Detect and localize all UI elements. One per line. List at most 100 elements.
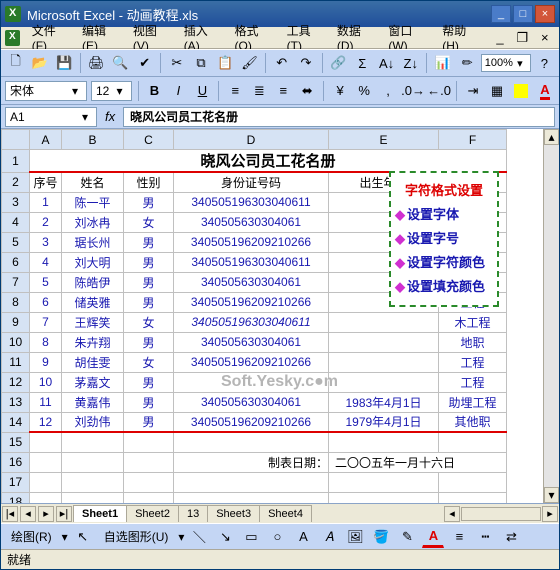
cell[interactable]: 刘冰冉 bbox=[62, 212, 124, 232]
cell[interactable] bbox=[439, 432, 507, 452]
cell[interactable] bbox=[329, 312, 439, 332]
open-icon[interactable]: 📂 bbox=[29, 52, 50, 74]
cell[interactable] bbox=[124, 472, 174, 492]
cell[interactable]: 女 bbox=[124, 312, 174, 332]
borders-icon[interactable]: ▦ bbox=[487, 80, 507, 102]
select-objects-icon[interactable]: ↖ bbox=[72, 526, 94, 548]
header-cell[interactable]: 身份证号码 bbox=[174, 172, 329, 192]
arrow-icon[interactable]: ↘ bbox=[214, 526, 236, 548]
cell[interactable]: 木工程 bbox=[439, 312, 507, 332]
new-icon[interactable]: 🗋 bbox=[5, 52, 26, 74]
minimize-button[interactable]: _ bbox=[491, 5, 511, 23]
percent-icon[interactable]: % bbox=[354, 80, 374, 102]
name-box[interactable]: A1▾ bbox=[5, 107, 97, 127]
col-header[interactable]: D bbox=[174, 130, 329, 150]
col-header[interactable]: A bbox=[30, 130, 62, 150]
font-combo[interactable]: 宋体▾ bbox=[5, 81, 87, 101]
sheet-tab[interactable]: Sheet3 bbox=[207, 505, 260, 522]
row-header[interactable]: 17 bbox=[2, 472, 30, 492]
undo-icon[interactable]: ↶ bbox=[271, 52, 292, 74]
spellcheck-icon[interactable]: ✔ bbox=[134, 52, 155, 74]
grid[interactable]: A B C D E F 1晓风公司员工花名册 2 序号 姓名 性别 身份证号码 … bbox=[1, 129, 543, 503]
cell[interactable]: 其他职 bbox=[439, 412, 507, 432]
col-header[interactable]: C bbox=[124, 130, 174, 150]
cell[interactable] bbox=[30, 452, 62, 472]
row-header[interactable]: 18 bbox=[2, 492, 30, 503]
fx-icon[interactable]: fx bbox=[97, 109, 123, 124]
cell[interactable]: 9 bbox=[30, 352, 62, 372]
comma-icon[interactable]: , bbox=[378, 80, 398, 102]
cell[interactable]: 琚长州 bbox=[62, 232, 124, 252]
cell[interactable]: 1979年4月1日 bbox=[329, 412, 439, 432]
row-header[interactable]: 8 bbox=[2, 292, 30, 312]
cell[interactable] bbox=[124, 492, 174, 503]
fill-icon[interactable]: 🪣 bbox=[370, 526, 392, 548]
autoshapes-menu[interactable]: 自选图形(U) bbox=[98, 526, 175, 547]
scroll-left-icon[interactable]: ◂ bbox=[444, 506, 460, 522]
cell[interactable] bbox=[439, 472, 507, 492]
merge-icon[interactable]: ⬌ bbox=[297, 80, 317, 102]
row-header[interactable]: 14 bbox=[2, 412, 30, 432]
cell[interactable] bbox=[329, 372, 439, 392]
autosum-icon[interactable]: Σ bbox=[352, 52, 373, 74]
cell[interactable]: 朱卉翔 bbox=[62, 332, 124, 352]
doc-close-button[interactable]: × bbox=[535, 27, 555, 49]
close-button[interactable]: × bbox=[535, 5, 555, 23]
tab-nav-prev-icon[interactable]: ◂ bbox=[20, 506, 36, 522]
fontsize-combo[interactable]: 12▾ bbox=[91, 81, 132, 101]
cell[interactable] bbox=[30, 432, 62, 452]
cell[interactable] bbox=[174, 372, 329, 392]
cell[interactable]: 男 bbox=[124, 332, 174, 352]
cell[interactable]: 茅嘉文 bbox=[62, 372, 124, 392]
cell[interactable]: 工程 bbox=[439, 352, 507, 372]
hyperlink-icon[interactable]: 🔗 bbox=[328, 52, 349, 74]
clipart-icon[interactable]: 🖼 bbox=[344, 526, 366, 548]
vertical-scrollbar[interactable]: ▴ ▾ bbox=[543, 129, 559, 503]
increase-decimal-icon[interactable]: .0→ bbox=[402, 80, 424, 102]
popup-option-size[interactable]: ◆设置字号 bbox=[395, 227, 493, 251]
sheet-tab[interactable]: Sheet1 bbox=[73, 505, 127, 522]
scroll-down-icon[interactable]: ▾ bbox=[544, 487, 559, 503]
cell[interactable]: 8 bbox=[30, 332, 62, 352]
formula-input[interactable]: 晓风公司员工花名册 bbox=[123, 107, 555, 127]
cell[interactable]: 胡佳雯 bbox=[62, 352, 124, 372]
align-center-icon[interactable]: ≣ bbox=[249, 80, 269, 102]
cell[interactable] bbox=[62, 432, 124, 452]
row-header[interactable]: 4 bbox=[2, 212, 30, 232]
cell[interactable]: 340505630304061 bbox=[174, 272, 329, 292]
cell[interactable] bbox=[30, 492, 62, 503]
cell[interactable]: 340505196209210266 bbox=[174, 292, 329, 312]
cell[interactable] bbox=[124, 452, 174, 472]
row-header[interactable]: 6 bbox=[2, 252, 30, 272]
row-header[interactable]: 2 bbox=[2, 172, 30, 192]
indent-icon[interactable]: ⇥ bbox=[463, 80, 483, 102]
horizontal-scrollbar[interactable] bbox=[461, 507, 541, 521]
cell[interactable] bbox=[174, 432, 329, 452]
row-header[interactable]: 15 bbox=[2, 432, 30, 452]
header-cell[interactable]: 姓名 bbox=[62, 172, 124, 192]
popup-option-font[interactable]: ◆设置字体 bbox=[395, 203, 493, 227]
cell[interactable]: 6 bbox=[30, 292, 62, 312]
cell[interactable]: 340505630304061 bbox=[174, 392, 329, 412]
tab-nav-first-icon[interactable]: |◂ bbox=[2, 506, 18, 522]
textbox-icon[interactable]: A bbox=[292, 526, 314, 548]
cell[interactable] bbox=[62, 492, 124, 503]
line-color-icon[interactable]: ✎ bbox=[396, 526, 418, 548]
cell[interactable]: 二〇〇五年一月十六日 bbox=[329, 452, 507, 472]
sort-asc-icon[interactable]: A↓ bbox=[376, 52, 397, 74]
cell[interactable]: 12 bbox=[30, 412, 62, 432]
format-painter-icon[interactable]: 🖌 bbox=[239, 52, 260, 74]
col-header[interactable]: E bbox=[329, 130, 439, 150]
cell[interactable]: 女 bbox=[124, 352, 174, 372]
cell[interactable] bbox=[124, 432, 174, 452]
scroll-up-icon[interactable]: ▴ bbox=[544, 129, 559, 145]
wordart-icon[interactable]: 𝐴 bbox=[318, 526, 340, 548]
chart-icon[interactable]: 📊 bbox=[432, 52, 453, 74]
doc-minimize-button[interactable]: _ bbox=[490, 27, 510, 49]
tab-nav-next-icon[interactable]: ▸ bbox=[38, 506, 54, 522]
underline-button[interactable]: U bbox=[192, 80, 212, 102]
cell[interactable]: 2 bbox=[30, 212, 62, 232]
print-icon[interactable]: 🖨 bbox=[86, 52, 107, 74]
cell[interactable]: 10 bbox=[30, 372, 62, 392]
row-header[interactable]: 16 bbox=[2, 452, 30, 472]
